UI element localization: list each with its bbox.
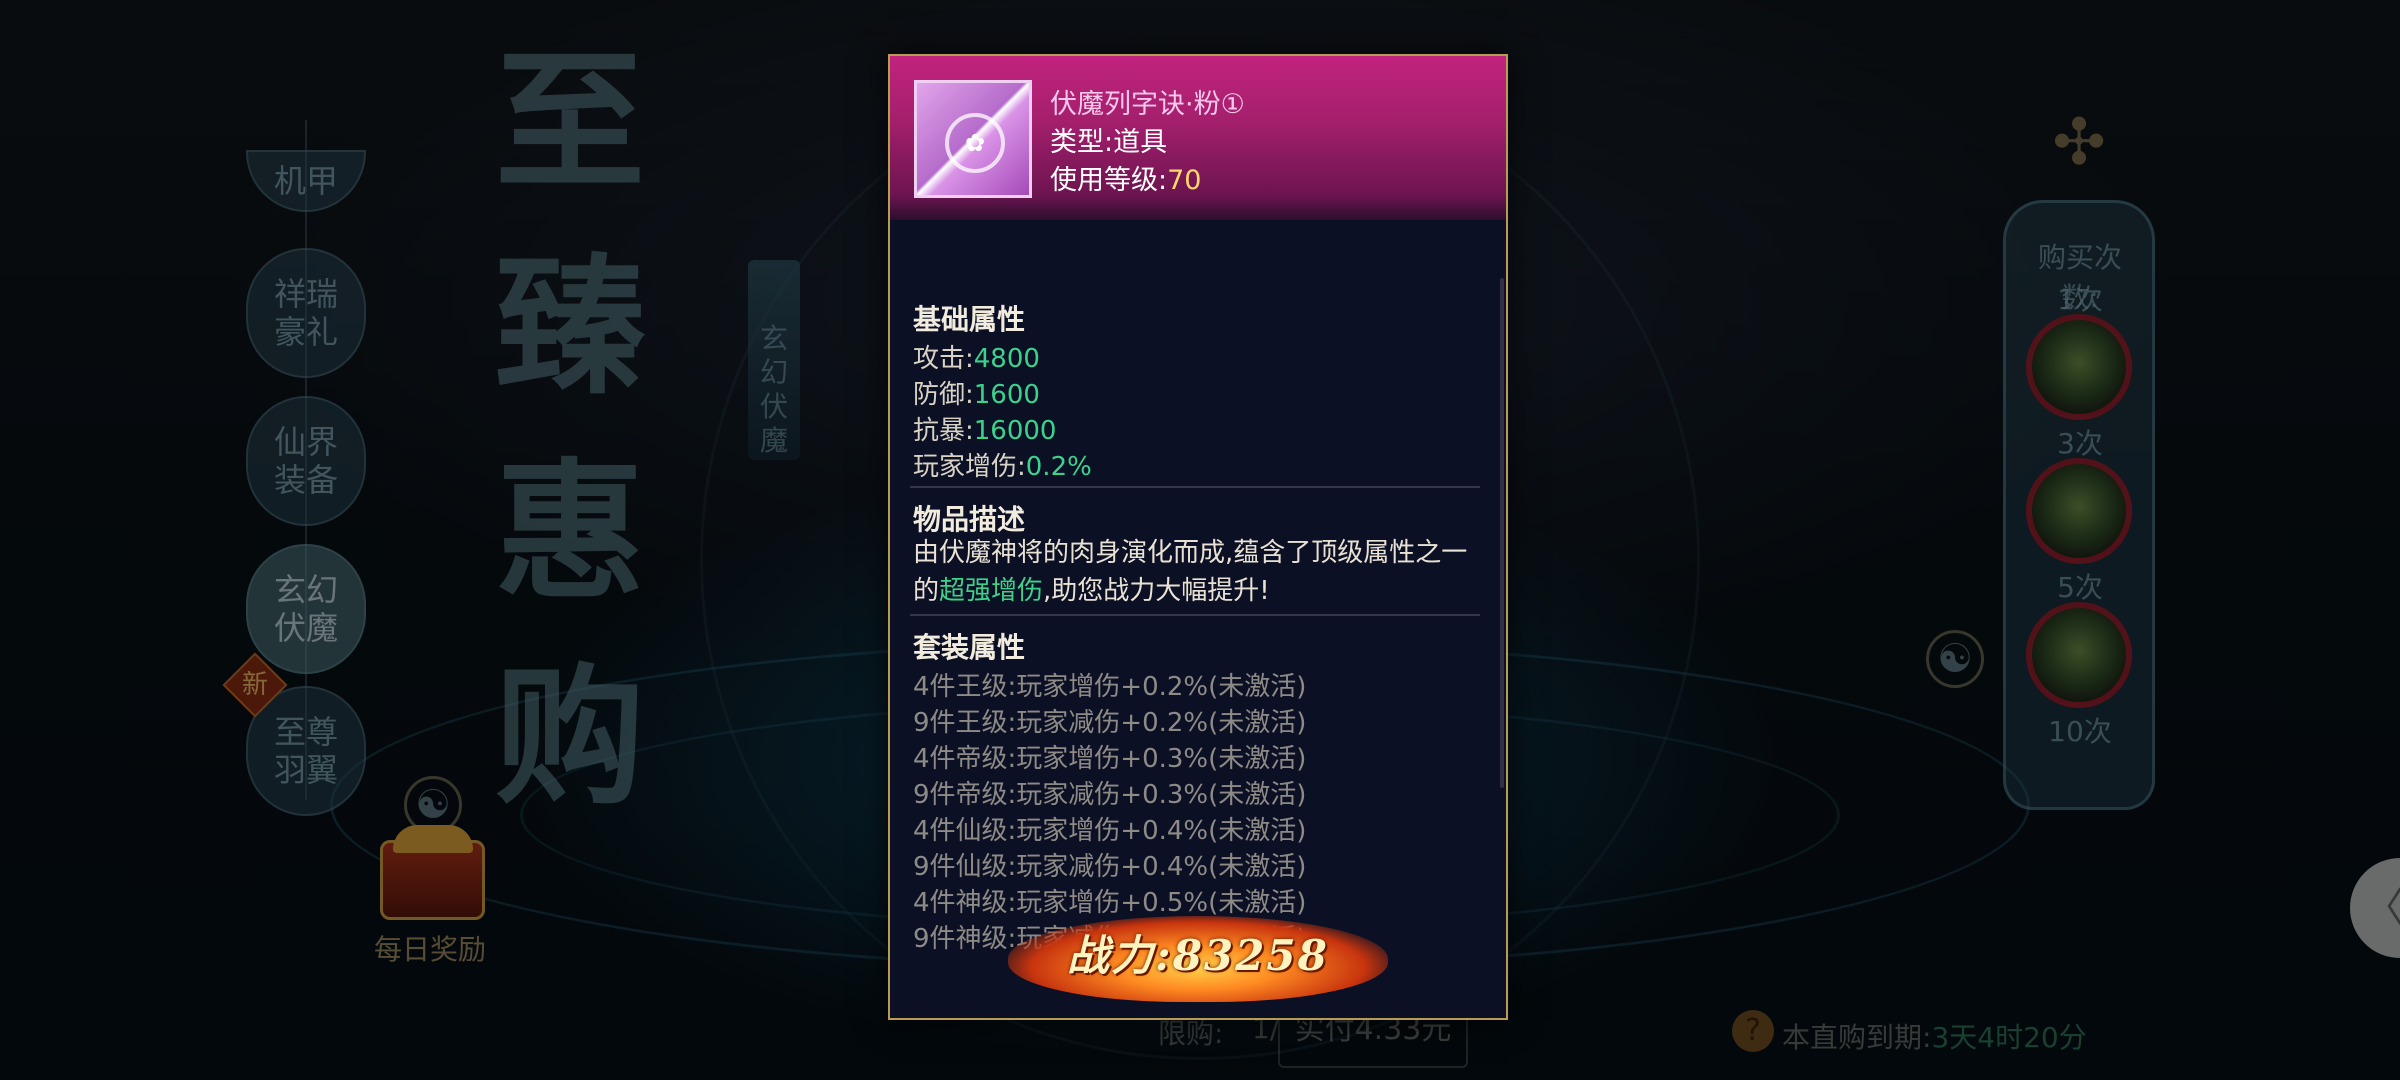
item-tooltip: ✿ 伏魔列字诀·粉① 类型:道具 使用等级:70 基础属性 攻击:4800 防御… [888, 54, 1508, 1020]
item-description-title: 物品描述 [913, 503, 1026, 536]
set-bonus-line: 9件王级:玩家减伤+0.2%(未激活) [913, 708, 1307, 738]
item-level-label: 使用等级: [1050, 165, 1168, 196]
item-level-value: 70 [1167, 165, 1202, 196]
set-bonus-line: 4件王级:玩家增伤+0.2%(未激活) [913, 672, 1307, 702]
item-type: 类型:道具 [1050, 120, 1167, 159]
set-bonus-line: 4件仙级:玩家增伤+0.4%(未激活) [913, 816, 1307, 846]
attr-defense: 防御:1600 [913, 380, 1040, 410]
item-level: 使用等级:70 [1050, 158, 1201, 197]
item-type-label: 类型: [1050, 127, 1114, 158]
attr-attack: 攻击:4800 [913, 344, 1040, 374]
item-type-value: 道具 [1113, 127, 1168, 158]
combat-power-value: 83258 [1172, 931, 1329, 980]
combat-power-banner: 战力:83258 [1008, 908, 1388, 1008]
description-highlight: 超强增伤 [939, 576, 1044, 606]
item-scroll-icon: ✿ [914, 80, 1032, 198]
combat-power-text: 战力:83258 [1008, 922, 1388, 983]
tooltip-header: ✿ 伏魔列字诀·粉① 类型:道具 使用等级:70 [890, 56, 1506, 220]
attr-pvp-damage: 玩家增伤:0.2% [913, 452, 1092, 482]
set-bonus-line: 4件帝级:玩家增伤+0.3%(未激活) [913, 744, 1307, 774]
set-bonus-line: 9件仙级:玩家减伤+0.4%(未激活) [913, 852, 1307, 882]
combat-power-label: 战力: [1067, 931, 1173, 980]
seal-icon: ✿ [945, 113, 1005, 173]
item-name: 伏魔列字诀·粉① [1050, 89, 1245, 120]
section-divider [910, 614, 1480, 616]
tooltip-scrollbar[interactable] [1500, 278, 1504, 788]
base-attributes-title: 基础属性 [913, 303, 1026, 336]
section-divider [910, 486, 1480, 488]
attr-crit-resist: 抗暴:16000 [913, 416, 1057, 446]
set-attributes-title: 套装属性 [913, 631, 1026, 664]
set-bonus-line: 9件帝级:玩家减伤+0.3%(未激活) [913, 780, 1307, 810]
tooltip-body[interactable]: 基础属性 攻击:4800 防御:1600 抗暴:16000 玩家增伤:0.2% … [890, 220, 1506, 1018]
item-description: 由伏魔神将的肉身演化而成,蕴含了顶级属性之一的超强增伤,助您战力大幅提升! [913, 538, 1468, 606]
